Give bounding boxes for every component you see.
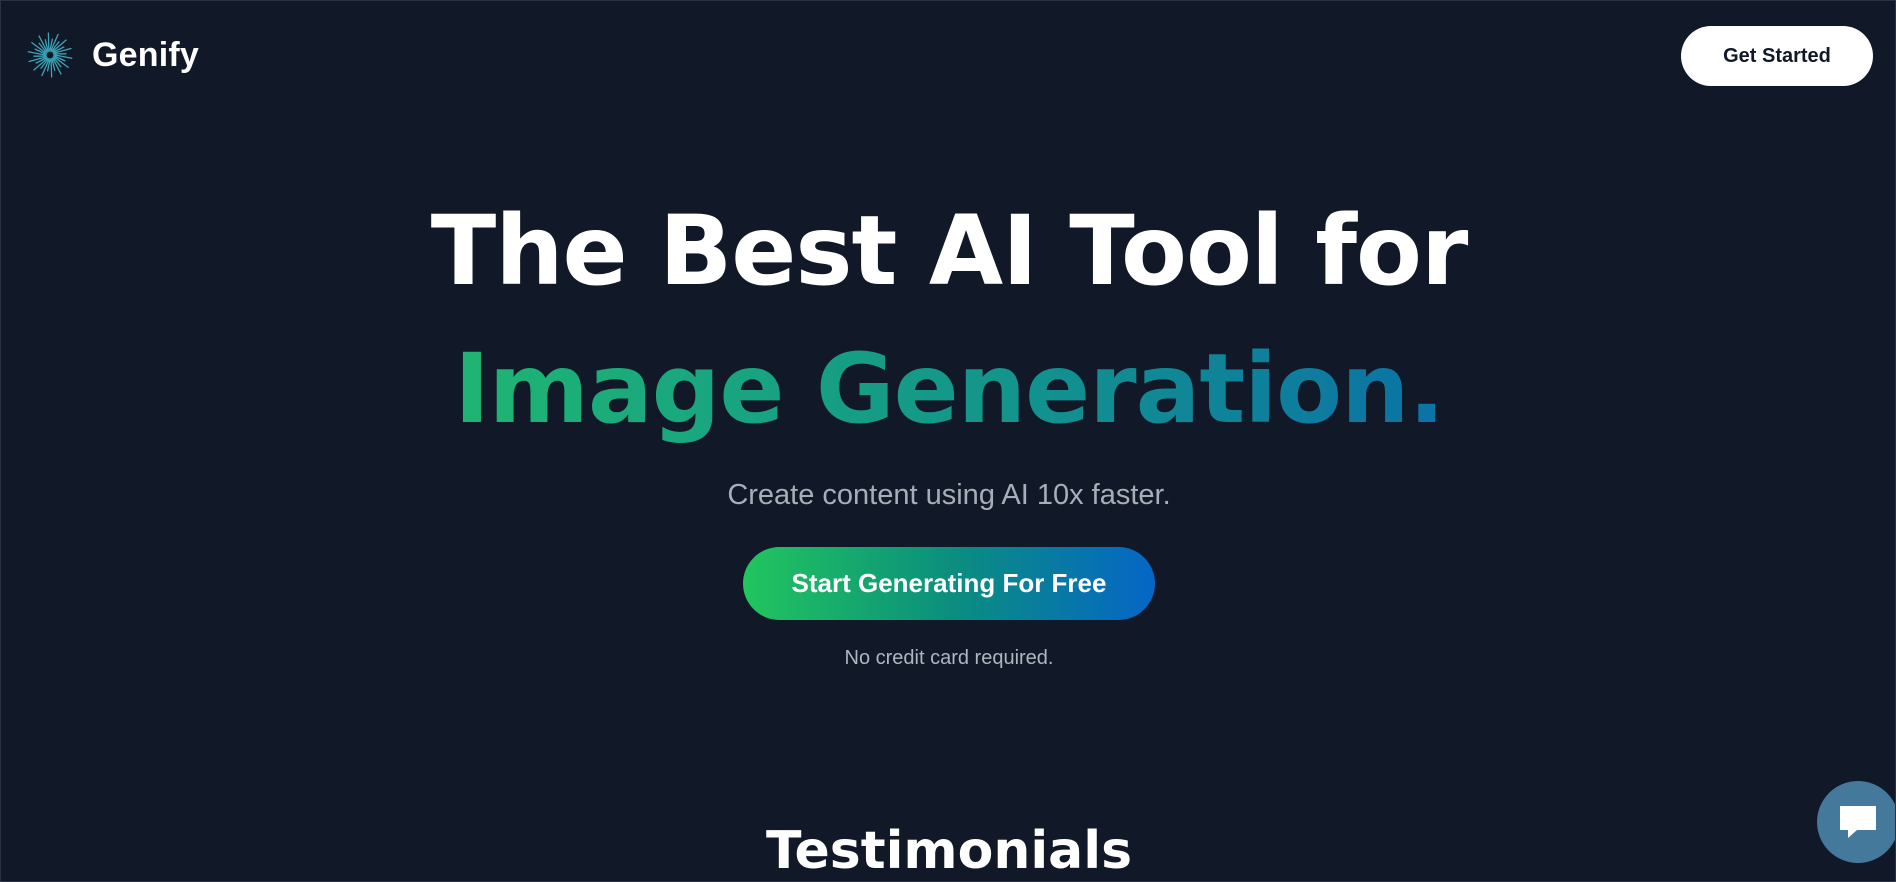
get-started-button[interactable]: Get Started xyxy=(1681,26,1873,86)
chat-icon xyxy=(1840,806,1876,838)
brand-logo-link[interactable]: Genify xyxy=(26,31,199,79)
landing-page: Genify Get Started The Best AI Tool for … xyxy=(0,0,1896,882)
testimonials-heading: Testimonials xyxy=(765,821,1133,881)
chat-widget-button[interactable] xyxy=(1817,781,1895,863)
hero-subtitle: Create content using AI 10x faster. xyxy=(727,479,1171,511)
hero-title-line-2: Image Generation. xyxy=(1,341,1895,437)
starburst-icon xyxy=(27,32,73,78)
brand-name: Genify xyxy=(92,35,200,74)
hero-title-line-1: The Best AI Tool for xyxy=(430,195,1469,307)
hero-title-gradient: Image Generation. xyxy=(454,333,1445,445)
no-credit-card-note: No credit card required. xyxy=(844,647,1054,669)
start-generating-button[interactable]: Start Generating For Free xyxy=(743,547,1155,620)
